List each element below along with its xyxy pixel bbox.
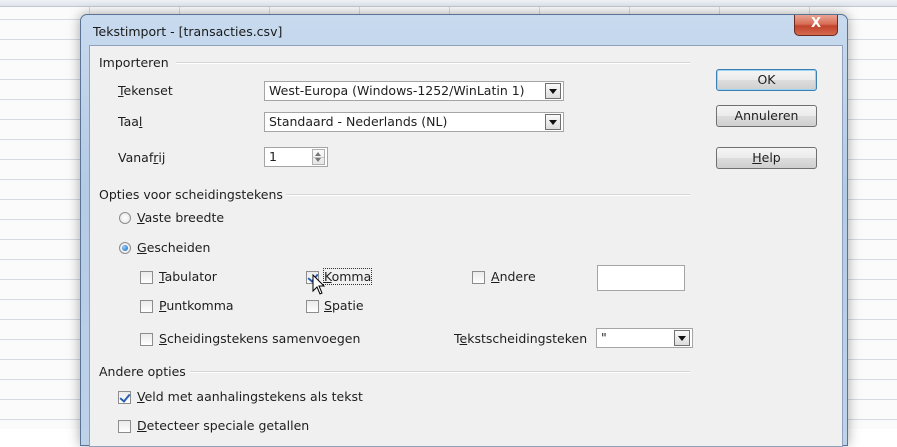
- spatie-label: Spatie: [324, 298, 364, 313]
- veld-aanhalingstekens-label: Veld met aanhalingstekens als tekst: [137, 389, 363, 404]
- dialog-title: Tekstimport - [transacties.csv]: [93, 24, 283, 39]
- chevron-down-icon[interactable]: [674, 330, 690, 346]
- vaste-breedte-radio[interactable]: [119, 212, 131, 224]
- tekstscheiding-label: Tekstscheidingsteken: [454, 331, 588, 346]
- andere-checkbox[interactable]: [472, 271, 485, 284]
- komma-label: Komma: [322, 268, 373, 285]
- text-import-dialog: Tekstimport - [transacties.csv] X Import…: [80, 14, 848, 447]
- andere-input[interactable]: [597, 265, 685, 291]
- help-button[interactable]: Help: [716, 147, 817, 169]
- samenvoegen-label: Scheidingstekens samenvoegen: [159, 331, 361, 346]
- section-andere-opties-heading: Andere opties: [99, 364, 186, 379]
- puntkomma-label: Puntkomma: [159, 298, 234, 313]
- spreadsheet-header-strip: [0, 0, 897, 7]
- section-divider: [286, 194, 690, 196]
- section-scheiding-heading: Opties voor scheidingstekens: [99, 187, 283, 202]
- vanaf-rij-value: 1: [269, 149, 277, 164]
- detecteer-getallen-checkbox[interactable]: [118, 420, 131, 433]
- taal-value: Standaard - Nederlands (NL): [269, 114, 448, 129]
- tekenset-label: Tekenset: [118, 83, 173, 98]
- section-divider: [176, 62, 690, 64]
- chevron-down-icon[interactable]: [545, 83, 561, 99]
- puntkomma-checkbox[interactable]: [140, 300, 153, 313]
- tekstscheiding-select[interactable]: ": [596, 328, 693, 348]
- spatie-checkbox[interactable]: [306, 300, 319, 313]
- vaste-breedte-label: Vaste breedte: [137, 210, 225, 225]
- tekenset-select[interactable]: West-Europa (Windows-1252/WinLatin 1): [264, 81, 564, 101]
- dialog-body: Importeren Tekenset West-Europa (Windows…: [89, 45, 843, 447]
- veld-aanhalingstekens-checkbox[interactable]: [118, 391, 131, 404]
- ok-button[interactable]: OK: [716, 69, 817, 91]
- tekstscheiding-value: ": [601, 330, 607, 345]
- vanaf-rij-stepper[interactable]: 1: [264, 147, 328, 167]
- taal-select[interactable]: Standaard - Nederlands (NL): [264, 112, 564, 132]
- taal-label: Taal: [118, 114, 143, 129]
- samenvoegen-checkbox[interactable]: [140, 333, 153, 346]
- vanaf-rij-label: Vanafrij: [118, 150, 166, 165]
- andere-label: Andere: [491, 269, 536, 284]
- tekenset-value: West-Europa (Windows-1252/WinLatin 1): [269, 83, 525, 98]
- chevron-down-icon[interactable]: [545, 114, 561, 130]
- annuleren-button[interactable]: Annuleren: [716, 105, 817, 127]
- mouse-pointer-icon: [312, 274, 326, 295]
- spin-arrows-icon[interactable]: [312, 149, 325, 165]
- gescheiden-label: Gescheiden: [137, 240, 211, 255]
- close-button[interactable]: X: [794, 15, 838, 36]
- tabulator-label: Tabulator: [159, 269, 217, 284]
- detecteer-getallen-label: Detecteer speciale getallen: [137, 418, 310, 433]
- section-divider: [190, 371, 690, 373]
- gescheiden-radio[interactable]: [119, 242, 131, 254]
- section-importeren-heading: Importeren: [99, 55, 169, 70]
- tabulator-checkbox[interactable]: [140, 271, 153, 284]
